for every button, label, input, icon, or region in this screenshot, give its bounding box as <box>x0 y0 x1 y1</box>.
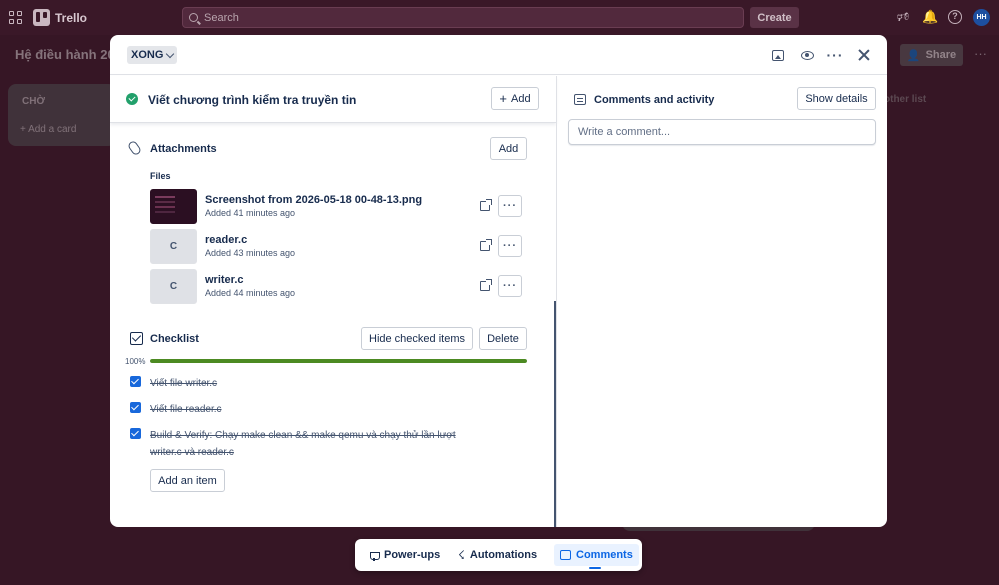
comments-button[interactable]: Comments <box>554 544 639 566</box>
open-external-icon[interactable] <box>480 199 492 211</box>
comments-pane: Comments and activity Show details <box>557 76 887 527</box>
checkbox[interactable] <box>130 428 141 439</box>
attachment-row[interactable]: C reader.c Added 43 minutes ago ··· <box>150 229 530 265</box>
add-label: Add <box>511 92 531 105</box>
bell-icon[interactable]: 🔔 <box>922 10 938 24</box>
modal-header: XONG ··· <box>110 35 887 75</box>
eye-icon <box>800 50 814 60</box>
checklist-item-text[interactable]: Viết file writer.c <box>150 375 460 392</box>
card-title[interactable]: Viết chương trình kiểm tra truyền tin <box>148 93 356 107</box>
add-button[interactable]: + Add <box>491 87 539 110</box>
checklist-item-text[interactable]: Viết file reader.c <box>150 401 460 418</box>
attachment-meta: Added 44 minutes ago <box>205 288 296 298</box>
comments-label: Comments <box>576 549 633 561</box>
plug-icon <box>369 549 380 561</box>
automations-label: Automations <box>469 549 538 561</box>
add-attachment-button[interactable]: Add <box>490 137 527 160</box>
close-button[interactable] <box>856 47 872 63</box>
attachment-name[interactable]: Screenshot from 2026-05-18 00-48-13.png <box>205 194 422 206</box>
attachment-thumbnail[interactable]: C <box>150 229 197 264</box>
card-modal: XONG ··· Viết chương trình kiểm tra truy… <box>110 35 887 527</box>
checkbox[interactable] <box>130 402 141 413</box>
comment-icon <box>574 94 586 105</box>
search-icon <box>189 13 198 22</box>
open-external-icon[interactable] <box>480 279 492 291</box>
checklist-icon <box>130 332 143 345</box>
trello-logo-icon <box>33 9 50 26</box>
top-nav: Trello Create 🕫 🔔 ? HH <box>0 0 999 35</box>
comment-input[interactable] <box>568 119 876 145</box>
image-icon <box>772 49 784 61</box>
attachment-name[interactable]: reader.c <box>205 234 247 246</box>
more-icon: ··· <box>826 47 844 63</box>
close-icon <box>857 48 871 62</box>
checklist-progress-bar <box>150 359 527 363</box>
attachment-more-button[interactable]: ··· <box>498 275 522 297</box>
attachment-more-button[interactable]: ··· <box>498 195 522 217</box>
attachment-meta: Added 43 minutes ago <box>205 248 296 258</box>
search-bar[interactable] <box>182 7 744 28</box>
paperclip-icon <box>126 139 143 157</box>
list-status-dropdown[interactable]: XONG <box>127 46 178 64</box>
card-title-row: Viết chương trình kiểm tra truyền tin + A… <box>110 76 556 123</box>
attachment-meta: Added 41 minutes ago <box>205 208 296 218</box>
checklist-percent: 100% <box>125 357 146 366</box>
watch-button[interactable] <box>799 47 815 63</box>
attachment-row[interactable]: C writer.c Added 44 minutes ago ··· <box>150 269 530 305</box>
attachment-row[interactable]: Screenshot from 2026-05-18 00-48-13.png … <box>150 189 530 225</box>
apps-grid-icon[interactable] <box>9 11 22 24</box>
powerups-button[interactable]: Power-ups <box>363 544 446 566</box>
app-name: Trello <box>55 10 88 25</box>
lightning-icon: ☇ <box>458 548 465 562</box>
attachment-more-button[interactable]: ··· <box>498 235 522 257</box>
create-button[interactable]: Create <box>750 7 799 28</box>
bottom-toolbar: Power-ups ☇ Automations Comments <box>355 539 642 571</box>
add-checklist-item-button[interactable]: Add an item <box>150 469 225 492</box>
delete-checklist-button[interactable]: Delete <box>479 327 527 350</box>
automations-button[interactable]: ☇ Automations <box>452 544 543 566</box>
checkbox[interactable] <box>130 376 141 387</box>
help-icon[interactable]: ? <box>948 10 962 24</box>
card-details-pane[interactable]: Viết chương trình kiểm tra truyền tin + A… <box>110 76 556 527</box>
chevron-down-icon <box>166 49 175 58</box>
checklist-item-text[interactable]: Build & Verify: Chạy make clean && make … <box>150 427 460 461</box>
more-actions-button[interactable]: ··· <box>827 47 843 63</box>
status-label: XONG <box>131 49 164 61</box>
open-external-icon[interactable] <box>480 239 492 251</box>
megaphone-icon[interactable]: 🕫 <box>896 10 910 24</box>
complete-check-icon[interactable] <box>126 93 138 105</box>
trello-logo[interactable]: Trello <box>33 9 87 26</box>
powerups-label: Power-ups <box>384 549 441 561</box>
comment-icon <box>560 550 571 560</box>
checklist-title[interactable]: Checklist <box>150 333 199 345</box>
attachment-name[interactable]: writer.c <box>205 274 244 286</box>
attachments-title: Attachments <box>150 143 217 155</box>
comments-title: Comments and activity <box>594 94 715 106</box>
search-input[interactable] <box>204 11 704 24</box>
cover-image-button[interactable] <box>770 47 786 63</box>
attachment-thumbnail[interactable]: C <box>150 269 197 304</box>
avatar[interactable]: HH <box>973 9 990 26</box>
active-tab-indicator <box>589 567 601 569</box>
plus-icon: + <box>499 91 507 106</box>
checklist-progress-fill <box>150 359 527 363</box>
hide-checked-items-button[interactable]: Hide checked items <box>361 327 473 350</box>
attachment-thumbnail[interactable] <box>150 189 197 224</box>
show-details-button[interactable]: Show details <box>797 87 876 110</box>
scrollbar[interactable] <box>554 301 556 527</box>
files-label: Files <box>150 171 171 181</box>
